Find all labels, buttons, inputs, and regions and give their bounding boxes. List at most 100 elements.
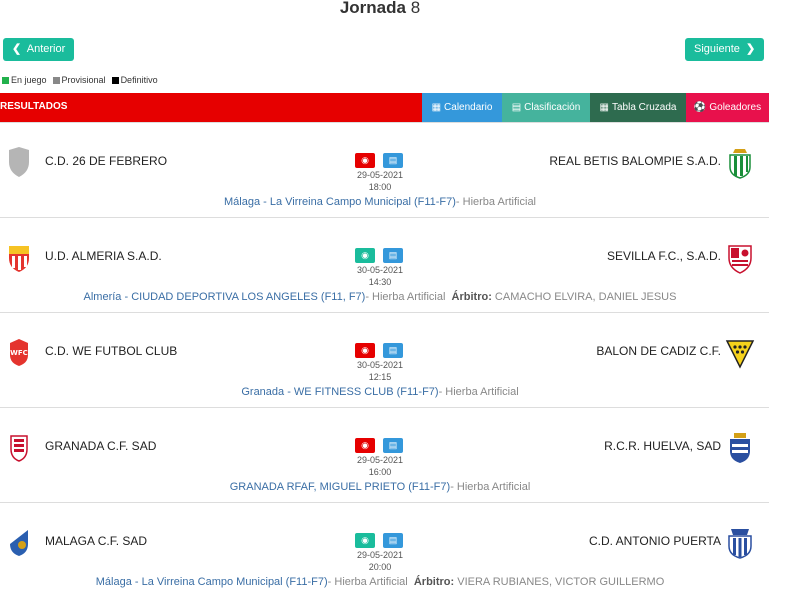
gray-square-icon <box>52 77 60 84</box>
matchday-number: 8 <box>410 0 421 17</box>
surface: - Hierba Artificial <box>327 576 408 588</box>
svg-text:WFC: WFC <box>10 349 28 357</box>
surface: - Hierba Artificial <box>365 291 446 303</box>
tab-clasificacion[interactable]: ▤ Clasificación <box>502 93 590 122</box>
venue-line: Málaga - La Virreina Campo Municipal (F1… <box>0 576 760 588</box>
venue-location[interactable]: GRANADA RFAF, MIGUEL PRIETO (F11-F7) <box>230 481 450 493</box>
match-date: 29-05-2021 <box>356 455 404 465</box>
title-word: Jornada <box>339 0 406 17</box>
referee-label: Árbitro: <box>413 576 455 588</box>
soccer-ball-icon: ⚽ <box>693 102 707 113</box>
status-eye-button[interactable]: ◉ <box>355 533 375 548</box>
eye-icon: ◉ <box>361 440 369 450</box>
home-team[interactable]: C.D. WE FUTBOL CLUB <box>45 344 177 358</box>
venue-line: Málaga - La Virreina Campo Municipal (F1… <box>0 196 760 208</box>
results-tabbar: RESULTADOS ▦ Calendario ▤ Clasificación ▦ T… <box>0 93 769 122</box>
malaga-crest-icon <box>10 530 28 556</box>
shield-gray-icon <box>9 147 29 177</box>
stats-button[interactable]: ▤ <box>383 248 403 263</box>
stats-button[interactable]: ▤ <box>383 343 403 358</box>
granada-crest-icon <box>10 435 28 462</box>
black-square-icon <box>111 77 119 84</box>
match-date: 29-05-2021 <box>356 550 404 560</box>
antonio-puerta-crest-icon <box>728 529 752 559</box>
eye-icon: ◉ <box>361 155 369 165</box>
tab-tabla-cruzada[interactable]: ▦ Tabla Cruzada <box>590 93 686 122</box>
venue-location[interactable]: Granada - WE FITNESS CLUB (F11-F7) <box>241 386 438 398</box>
stats-button[interactable]: ▤ <box>383 533 403 548</box>
legend-label: En juego <box>11 75 47 85</box>
previous-label: Anterior <box>26 43 66 55</box>
bar-chart-icon: ▤ <box>388 345 398 355</box>
match-row[interactable]: MALAGA C.F. SAD ◉ ▤ 29-05-2021 20:00 C.D… <box>0 502 769 596</box>
home-team[interactable]: C.D. 26 DE FEBRERO <box>45 154 167 168</box>
eye-icon: ◉ <box>361 345 369 355</box>
away-team[interactable]: C.D. ANTONIO PUERTA <box>589 534 721 548</box>
bar-chart-icon: ▤ <box>388 535 398 545</box>
legend-label: Provisional <box>61 75 106 85</box>
status-eye-button[interactable]: ◉ <box>355 153 375 168</box>
betis-crest-icon <box>729 149 751 179</box>
venue-location[interactable]: Málaga - La Virreina Campo Municipal (F1… <box>96 576 328 588</box>
surface: - Hierba Artificial <box>438 386 519 398</box>
match-row[interactable]: U.D. ALMERIA S.A.D. ◉ ▤ 30-05-2021 14:30… <box>0 217 769 312</box>
status-eye-button[interactable]: ◉ <box>355 438 375 453</box>
tab-label: Tabla Cruzada <box>611 102 677 113</box>
legend-item-en-juego: En juego <box>2 75 47 85</box>
page-title: Jornada 8 <box>0 0 760 18</box>
home-team[interactable]: GRANADA C.F. SAD <box>45 439 156 453</box>
eye-icon: ◉ <box>361 250 369 260</box>
match-date: 30-05-2021 <box>356 265 404 275</box>
stats-button[interactable]: ▤ <box>383 438 403 453</box>
stats-button[interactable]: ▤ <box>383 153 403 168</box>
venue-location[interactable]: Málaga - La Virreina Campo Municipal (F1… <box>224 196 456 208</box>
cadiz-crest-icon <box>725 340 755 369</box>
referee-name: VIERA RUBIANES, VICTOR GUILLERMO <box>457 576 665 588</box>
venue-location[interactable]: Almería - CIUDAD DEPORTIVA LOS ANGELES (… <box>84 291 366 303</box>
match-time: 12:15 <box>368 372 392 382</box>
tab-label: Calendario <box>444 102 493 113</box>
surface: - Hierba Artificial <box>450 481 531 493</box>
away-team[interactable]: R.C.R. HUELVA, SAD <box>604 439 721 453</box>
status-eye-button[interactable]: ◉ <box>355 343 375 358</box>
match-time: 16:00 <box>368 467 392 477</box>
eye-icon: ◉ <box>361 535 369 545</box>
status-legend: En juego Provisional Definitivo <box>2 75 158 85</box>
match-time: 14:30 <box>368 277 392 287</box>
previous-button[interactable]: ❮ Anterior <box>3 38 75 61</box>
wefc-crest-icon: WFC <box>10 339 28 366</box>
venue-line: GRANADA RFAF, MIGUEL PRIETO (F11-F7)- Hi… <box>0 481 760 493</box>
home-team[interactable]: MALAGA C.F. SAD <box>45 534 147 548</box>
tab-goleadores[interactable]: ⚽ Goleadores <box>686 93 769 122</box>
bar-chart-icon: ▤ <box>388 155 398 165</box>
match-row[interactable]: C.D. 26 DE FEBRERO ◉ ▤ 29-05-2021 18:00 … <box>0 122 769 217</box>
tab-calendario[interactable]: ▦ Calendario <box>422 93 502 122</box>
match-date: 29-05-2021 <box>356 170 404 180</box>
surface: - Hierba Artificial <box>455 196 536 208</box>
venue-line: Granada - WE FITNESS CLUB (F11-F7)- Hier… <box>0 386 760 398</box>
away-team[interactable]: BALON DE CADIZ C.F. <box>596 344 721 358</box>
tab-label: Clasificación <box>524 102 581 113</box>
tab-label: Goleadores <box>709 102 762 113</box>
legend-label: Definitivo <box>120 75 158 85</box>
match-time: 18:00 <box>368 182 392 192</box>
legend-item-definitivo: Definitivo <box>111 75 158 85</box>
away-team[interactable]: REAL BETIS BALOMPIE S.A.D. <box>549 154 721 168</box>
bar-chart-icon: ▤ <box>388 440 398 450</box>
chevron-left-icon: ❮ <box>12 43 22 55</box>
venue-line: Almería - CIUDAD DEPORTIVA LOS ANGELES (… <box>0 291 760 303</box>
status-eye-button[interactable]: ◉ <box>355 248 375 263</box>
sevilla-crest-icon <box>728 245 752 274</box>
chevron-right-icon: ❯ <box>746 43 756 55</box>
away-team[interactable]: SEVILLA F.C., S.A.D. <box>607 249 721 263</box>
green-square-icon <box>2 77 9 84</box>
match-row[interactable]: GRANADA C.F. SAD ◉ ▤ 29-05-2021 16:00 R.… <box>0 407 769 502</box>
bar-chart-icon: ▤ <box>388 250 398 260</box>
home-team[interactable]: U.D. ALMERIA S.A.D. <box>45 249 162 263</box>
almeria-crest-icon <box>9 246 29 272</box>
next-button[interactable]: Siguiente ❯ <box>685 38 765 61</box>
next-label: Siguiente <box>694 43 740 55</box>
match-row[interactable]: WFC C.D. WE FUTBOL CLUB ◉ ▤ 30-05-2021 1… <box>0 312 769 407</box>
section-label: RESULTADOS <box>0 101 68 112</box>
referee-label: Árbitro: <box>451 291 492 303</box>
